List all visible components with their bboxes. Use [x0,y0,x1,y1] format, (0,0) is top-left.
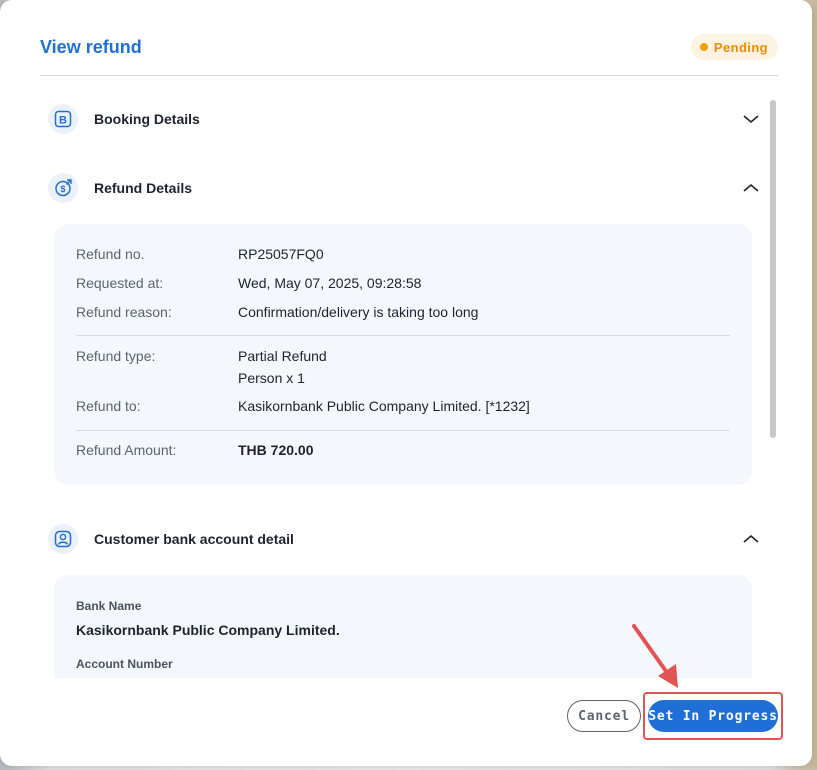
section-title: Booking Details [94,111,200,127]
requested-at-label: Requested at: [76,275,164,291]
status-label: Pending [713,39,768,55]
section-title: Customer bank account detail [94,531,294,547]
divider [76,430,730,431]
chevron-up-icon[interactable] [742,530,760,548]
refund-dollar-icon: $ [48,173,78,203]
customer-account-icon [48,524,78,554]
divider [76,335,730,336]
status-dot-icon [699,43,708,51]
annotation-arrow-icon [632,624,678,688]
chevron-up-icon[interactable] [742,179,760,197]
section-title: Refund Details [94,180,193,196]
cancel-button[interactable]: Cancel [567,700,641,732]
highlight-box [643,692,783,740]
refund-amount-label: Refund Amount: [76,442,177,458]
refund-no-value: RP25057FQ0 [238,246,324,262]
refund-reason-value: Confirmation/delivery is taking too long [238,304,479,320]
refund-type-detail: Person x 1 [238,370,305,386]
refund-type-label: Refund type: [76,348,156,364]
section-booking-details[interactable]: B Booking Details [40,97,770,141]
scrollbar[interactable] [770,100,776,438]
requested-at-value: Wed, May 07, 2025, 09:28:58 [238,275,422,291]
account-number-label: Account Number [76,657,173,671]
svg-text:B: B [59,115,67,127]
refund-amount-value: THB 720.00 [238,442,314,458]
modal-header: View refund Pending [40,30,778,76]
bank-name-label: Bank Name [76,599,142,613]
refund-type-value: Partial Refund [238,348,327,364]
status-badge: Pending [690,34,778,60]
section-refund-details[interactable]: $ Refund Details [40,166,770,210]
refund-details-panel: Refund no. RP25057FQ0 Requested at: Wed,… [54,224,752,485]
modal-title: View refund [40,37,142,57]
view-refund-modal: View refund Pending B Booking Details $ … [0,0,812,766]
bank-name-value: Kasikornbank Public Company Limited. [76,622,340,638]
svg-text:$: $ [60,184,65,194]
refund-to-label: Refund to: [76,398,141,414]
refund-to-value: Kasikornbank Public Company Limited. [*1… [238,398,530,414]
modal-scroll-area[interactable]: B Booking Details $ Refund Details Refun… [40,90,778,678]
refund-reason-label: Refund reason: [76,304,172,320]
booking-b-icon: B [48,104,78,134]
refund-no-label: Refund no. [76,246,145,262]
section-customer-bank-account[interactable]: Customer bank account detail [40,517,770,561]
chevron-down-icon[interactable] [742,110,760,128]
